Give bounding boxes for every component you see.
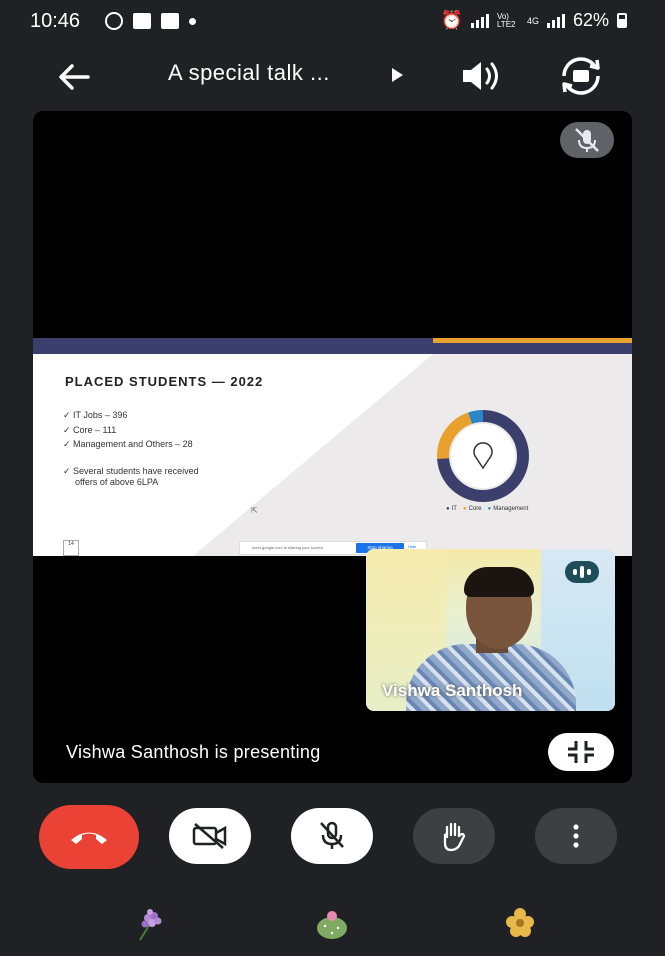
cactus-icon[interactable] — [312, 906, 352, 942]
notification-dot-icon — [189, 17, 196, 25]
meeting-title[interactable]: A special talk ... — [168, 60, 330, 86]
shared-screen-slide: PLACED STUDENTS — 2022 ✓ IT Jobs – 396 ✓… — [33, 338, 632, 556]
slide-bullet: ✓ Core – 111 — [63, 424, 117, 435]
status-system-icons: ⏰ Vo) LTE2 4G 62% — [441, 10, 627, 31]
status-bar: 10:46 ⏰ Vo) LTE2 4G 62% — [0, 0, 665, 44]
slide-page-number: 14 — [63, 540, 79, 556]
network-type: 4G — [526, 15, 539, 26]
play-icon[interactable] — [392, 68, 403, 82]
more-options-button[interactable] — [535, 808, 617, 864]
alarm-icon: ⏰ — [440, 10, 463, 30]
slide-note: ✓ Several students have received offers … — [63, 466, 199, 487]
speaking-indicator-icon — [565, 561, 599, 583]
mic-off-icon — [320, 821, 344, 849]
placement-donut-chart — [437, 410, 529, 502]
cursor-icon: ⇱ — [251, 506, 258, 515]
slide-bullet-list: ✓ IT Jobs – 396 ✓ Core – 111 ✓ Managemen… — [63, 408, 193, 452]
signal-icon-2 — [546, 13, 565, 28]
lilac-flower-icon[interactable] — [130, 906, 170, 942]
speaker-icon — [463, 62, 498, 90]
camera-off-icon — [192, 823, 227, 849]
back-button[interactable] — [52, 54, 98, 100]
audio-output-button[interactable] — [456, 56, 506, 96]
back-arrow-icon — [59, 64, 90, 90]
status-notification-icons — [105, 12, 196, 30]
legend-management: Management — [488, 506, 528, 512]
donut-legend: IT Core Management — [446, 506, 529, 512]
slide-title: PLACED STUDENTS — 2022 — [65, 374, 264, 389]
slide-bullet: ✓ IT Jobs – 396 — [63, 410, 128, 420]
volte-label: Vo) LTE2 — [496, 11, 516, 29]
battery-icon — [617, 13, 627, 28]
participant-hair — [464, 567, 534, 597]
yellow-flower-icon[interactable] — [500, 906, 540, 942]
legend-it: IT — [446, 506, 457, 512]
raise-hand-icon — [443, 822, 466, 852]
mic-toggle-button[interactable] — [291, 808, 373, 864]
slide-accent-band — [433, 338, 632, 343]
presenter-muted-badge — [560, 122, 614, 158]
mic-off-icon — [575, 128, 599, 152]
gallery-icon — [133, 13, 151, 29]
end-call-icon — [71, 832, 107, 844]
presenting-status: Vishwa Santhosh is presenting — [66, 742, 321, 762]
mail-icon — [161, 13, 179, 29]
donut-center — [451, 424, 515, 488]
participant-name: Vishwa Santhosh — [382, 681, 523, 700]
legend-core: Core — [463, 506, 482, 512]
minimize-button[interactable] — [548, 733, 614, 771]
flip-camera-icon — [562, 57, 600, 95]
raise-hand-button[interactable] — [413, 808, 495, 864]
donut-slice-management — [468, 410, 484, 424]
do-not-disturb-icon — [105, 12, 123, 30]
more-options-icon — [573, 824, 579, 848]
switch-camera-button[interactable] — [556, 54, 606, 98]
call-header: A special talk ... — [0, 46, 665, 106]
slide-bullet: ✓ Management and Others – 28 — [63, 439, 193, 449]
signal-icon — [470, 13, 489, 28]
share-notice: meet.google.com is sharing your screen. — [252, 545, 325, 550]
battery-percent: 62% — [572, 10, 609, 30]
status-time: 10:46 — [30, 10, 81, 32]
minimize-icon — [568, 741, 594, 763]
participant-tile[interactable]: Vishwa Santhosh — [366, 549, 615, 711]
end-call-button[interactable] — [39, 805, 139, 869]
camera-toggle-button[interactable] — [169, 808, 251, 864]
